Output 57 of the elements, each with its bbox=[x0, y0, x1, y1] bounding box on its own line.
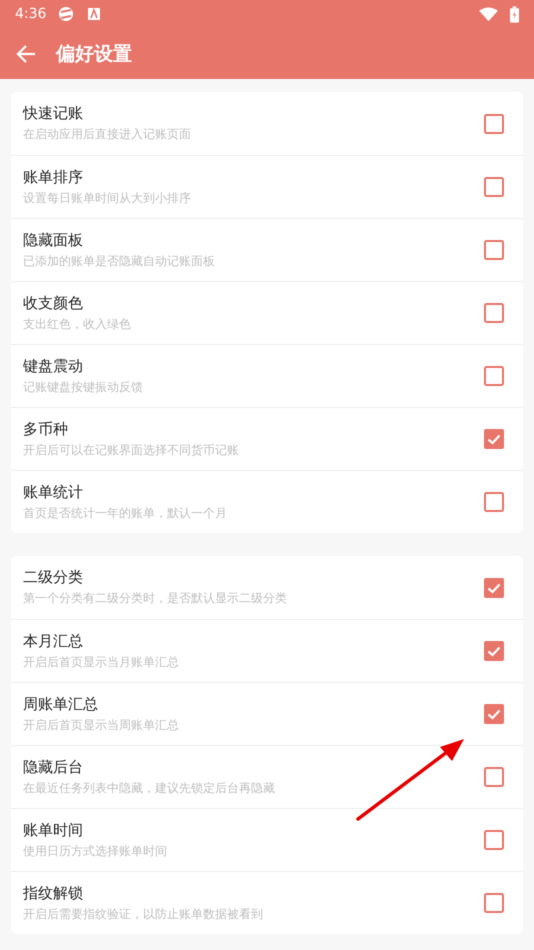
battery-icon bbox=[510, 6, 519, 22]
setting-row[interactable]: 账单统计 首页是否统计一年的账单，默认一个月 bbox=[11, 470, 523, 533]
setting-row[interactable]: 二级分类 第一个分类有二级分类时，是否默认显示二级分类 bbox=[11, 556, 523, 619]
checkbox[interactable] bbox=[484, 303, 504, 323]
setting-description: 记账键盘按键振动反馈 bbox=[23, 378, 144, 396]
setting-row[interactable]: 隐藏面板 已添加的账单是否隐藏自动记账面板 bbox=[11, 218, 523, 281]
setting-description: 开启后首页显示当周账单汇总 bbox=[23, 716, 180, 734]
checkbox[interactable] bbox=[484, 114, 504, 134]
setting-row[interactable]: 账单时间 使用日历方式选择账单时间 bbox=[11, 808, 523, 871]
setting-description: 首页是否统计一年的账单，默认一个月 bbox=[23, 504, 228, 522]
setting-title: 本月汇总 bbox=[23, 632, 84, 650]
checkbox[interactable] bbox=[484, 240, 504, 260]
setting-row[interactable]: 键盘震动 记账键盘按键振动反馈 bbox=[11, 344, 523, 407]
setting-row[interactable]: 周账单汇总 开启后首页显示当周账单汇总 bbox=[11, 682, 523, 745]
status-time: 4:36 bbox=[15, 6, 46, 22]
setting-description: 开启后需要指纹验证，以防止账单数据被看到 bbox=[23, 906, 264, 922]
checkbox[interactable] bbox=[484, 366, 504, 386]
checkbox[interactable] bbox=[484, 578, 504, 598]
checkbox[interactable] bbox=[484, 492, 504, 512]
setting-description: 在启动应用后直接进入记账页面 bbox=[23, 126, 192, 143]
setting-description: 使用日历方式选择账单时间 bbox=[23, 842, 168, 860]
setting-row[interactable]: 账单排序 设置每日账单时间从大到小排序 bbox=[11, 155, 523, 218]
keyboard-notification-icon bbox=[86, 6, 102, 22]
wifi-icon bbox=[479, 6, 498, 22]
setting-title: 键盘震动 bbox=[23, 356, 84, 376]
setting-row[interactable]: 多币种 开启后可以在记账界面选择不同货币记账 bbox=[11, 407, 523, 470]
app-notification-icon bbox=[58, 6, 74, 22]
checkbox[interactable] bbox=[484, 893, 504, 913]
setting-title: 隐藏后台 bbox=[23, 758, 84, 776]
setting-description: 第一个分类有二级分类时，是否默认显示二级分类 bbox=[23, 590, 288, 607]
setting-row[interactable]: 快速记账 在启动应用后直接进入记账页面 bbox=[11, 92, 523, 155]
setting-description: 开启后可以在记账界面选择不同货币记账 bbox=[23, 442, 240, 458]
setting-description: 设置每日账单时间从大到小排序 bbox=[23, 190, 192, 206]
setting-description: 已添加的账单是否隐藏自动记账面板 bbox=[23, 252, 216, 270]
setting-description: 开启后首页显示当月账单汇总 bbox=[23, 654, 180, 670]
screen-title: 偏好设置 bbox=[56, 42, 132, 66]
setting-title: 隐藏面板 bbox=[23, 230, 84, 250]
checkbox[interactable] bbox=[484, 767, 504, 787]
setting-description: 在最近任务列表中隐藏，建议先锁定后台再隐藏 bbox=[23, 780, 276, 796]
setting-title: 账单排序 bbox=[23, 168, 84, 186]
setting-title: 账单统计 bbox=[23, 482, 84, 502]
setting-title: 二级分类 bbox=[23, 568, 84, 587]
setting-title: 收支颜色 bbox=[23, 294, 84, 312]
setting-title: 账单时间 bbox=[23, 820, 84, 840]
checkbox[interactable] bbox=[484, 704, 504, 724]
setting-row[interactable]: 本月汇总 开启后首页显示当月账单汇总 bbox=[11, 619, 523, 682]
checkbox[interactable] bbox=[484, 830, 504, 850]
setting-title: 快速记账 bbox=[23, 104, 84, 123]
setting-row[interactable]: 收支颜色 支出红色，收入绿色 bbox=[11, 281, 523, 344]
setting-row[interactable]: 指纹解锁 开启后需要指纹验证，以防止账单数据被看到 bbox=[11, 871, 523, 934]
checkbox[interactable] bbox=[484, 641, 504, 661]
setting-title: 周账单汇总 bbox=[23, 694, 99, 714]
checkbox[interactable] bbox=[484, 177, 504, 197]
setting-description: 支出红色，收入绿色 bbox=[23, 316, 132, 332]
setting-title: 指纹解锁 bbox=[23, 884, 84, 902]
setting-title: 多币种 bbox=[23, 420, 69, 438]
checkbox[interactable] bbox=[484, 429, 504, 449]
